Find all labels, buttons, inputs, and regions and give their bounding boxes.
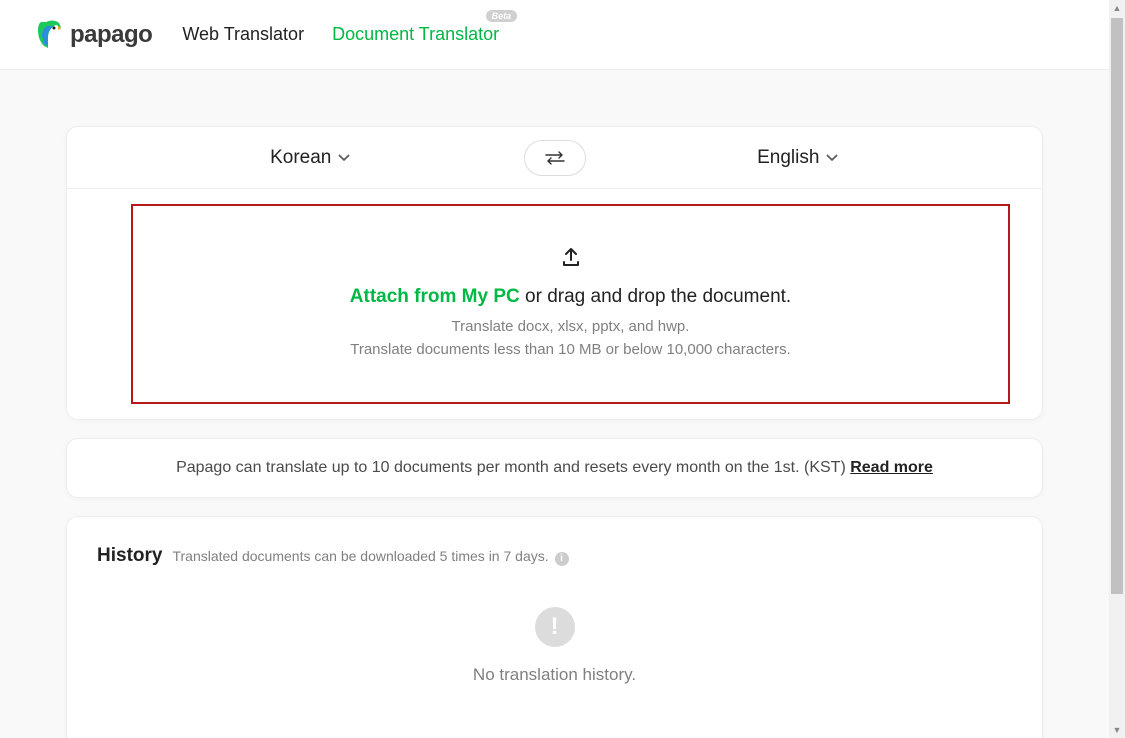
- scrollbar[interactable]: ▲ ▼: [1109, 0, 1125, 738]
- upload-icon: [561, 247, 581, 272]
- scroll-up-arrow[interactable]: ▲: [1109, 0, 1125, 16]
- tab-web-translator[interactable]: Web Translator: [182, 24, 304, 45]
- language-bar: Korean English: [67, 127, 1042, 189]
- brand-name: papago: [70, 21, 152, 49]
- quota-notice: Papago can translate up to 10 documents …: [66, 438, 1043, 498]
- tab-document-label: Document Translator: [332, 24, 499, 44]
- upload-title: Attach from My PC or drag and drop the d…: [350, 286, 791, 308]
- scroll-down-arrow[interactable]: ▼: [1109, 722, 1125, 738]
- read-more-link[interactable]: Read more: [850, 459, 933, 476]
- app-header: papago Web Translator Document Translato…: [0, 0, 1109, 70]
- source-language-label: Korean: [270, 147, 331, 169]
- history-header: History Translated documents can be down…: [97, 545, 1012, 567]
- translator-card: Korean English: [66, 126, 1043, 420]
- chevron-down-icon: [825, 151, 839, 165]
- upload-formats: Translate docx, xlsx, pptx, and hwp.: [452, 316, 690, 339]
- upload-suffix: or drag and drop the document.: [520, 286, 791, 307]
- scrollbar-thumb[interactable]: [1109, 16, 1125, 596]
- beta-badge: Beta: [486, 10, 518, 22]
- history-title: History: [97, 545, 162, 567]
- swap-languages-button[interactable]: [524, 140, 586, 176]
- main-nav: Web Translator Document Translator Beta: [182, 24, 499, 45]
- empty-text: No translation history.: [473, 665, 636, 685]
- tab-document-translator[interactable]: Document Translator Beta: [332, 24, 499, 45]
- chevron-down-icon: [337, 151, 351, 165]
- main-content: Korean English: [0, 70, 1109, 738]
- notice-text: Papago can translate up to 10 documents …: [176, 459, 850, 476]
- target-language-label: English: [757, 147, 819, 169]
- history-card: History Translated documents can be down…: [66, 516, 1043, 738]
- source-language-selector[interactable]: Korean: [67, 147, 555, 169]
- upload-limits: Translate documents less than 10 MB or b…: [350, 339, 791, 362]
- parrot-icon: [36, 20, 62, 50]
- swap-icon: [544, 151, 566, 165]
- history-subtitle: Translated documents can be downloaded 5…: [172, 548, 568, 566]
- target-language-selector[interactable]: English: [555, 147, 1043, 169]
- attach-link[interactable]: Attach from My PC: [350, 286, 520, 307]
- exclamation-icon: !: [535, 607, 575, 647]
- history-empty-state: ! No translation history.: [97, 607, 1012, 685]
- upload-dropzone[interactable]: Attach from My PC or drag and drop the d…: [131, 204, 1010, 404]
- brand-logo[interactable]: papago: [36, 20, 152, 50]
- info-icon[interactable]: i: [555, 552, 569, 566]
